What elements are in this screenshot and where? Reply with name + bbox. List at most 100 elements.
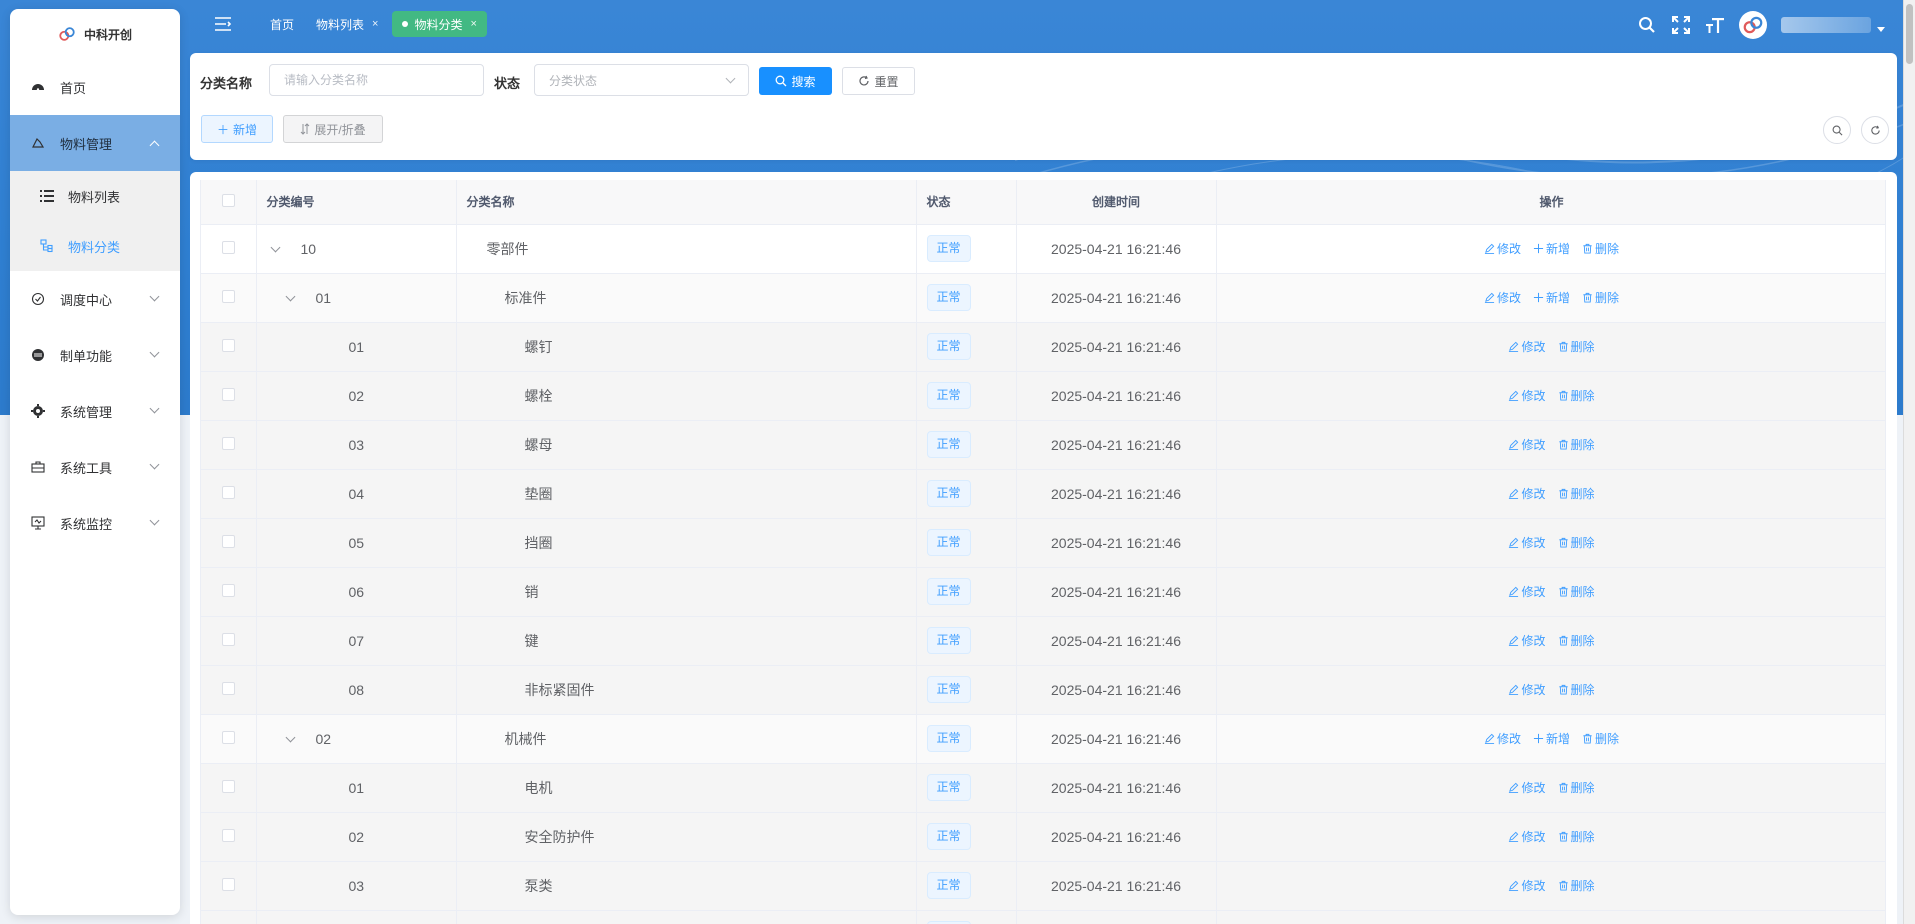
edit-button[interactable]: 修改 — [1484, 240, 1521, 257]
sidebar-item-schedule[interactable]: 调度中心 — [10, 271, 180, 327]
expand-chevron-icon[interactable] — [285, 291, 295, 301]
sidebar-item-material-list[interactable]: 物料列表 — [10, 171, 180, 221]
row-checkbox[interactable] — [221, 779, 235, 793]
edit-button[interactable]: 修改 — [1484, 289, 1521, 306]
delete-button[interactable]: 删除 — [1558, 828, 1595, 845]
table-row[interactable]: 01 螺钉 正常 2025-04-21 16:21:46 修改 删除 — [201, 322, 1885, 372]
category-name-input[interactable] — [284, 73, 483, 87]
sidebar-item-system-management[interactable]: 系统管理 — [10, 383, 180, 439]
toggle-search-button[interactable] — [1823, 116, 1851, 144]
edit-button[interactable]: 修改 — [1508, 485, 1546, 502]
col-header-created[interactable]: 创建时间 — [1016, 180, 1217, 225]
delete-button[interactable]: 删除 — [1582, 730, 1619, 747]
table-row[interactable]: 04 垫圈 正常 2025-04-21 16:21:46 修改 删除 — [201, 469, 1885, 519]
row-checkbox[interactable] — [221, 436, 235, 450]
add-child-button[interactable]: 新增 — [1533, 240, 1570, 257]
edit-button[interactable]: 修改 — [1508, 779, 1546, 796]
sidebar-item-home[interactable]: 首页 — [10, 59, 180, 115]
table-row[interactable]: 07 键 正常 2025-04-21 16:21:46 修改 删除 — [201, 616, 1885, 666]
edit-button[interactable]: 修改 — [1508, 877, 1546, 894]
add-child-button[interactable]: 新增 — [1533, 730, 1570, 747]
add-child-button[interactable]: 新增 — [1533, 289, 1570, 306]
sidebar-item-system-monitor[interactable]: 系统监控 — [10, 495, 180, 551]
table-row[interactable]: 01 电机 正常 2025-04-21 16:21:46 修改 删除 — [201, 763, 1885, 813]
row-checkbox[interactable] — [221, 240, 235, 254]
col-header-status[interactable]: 状态 — [916, 180, 1017, 225]
edit-button[interactable]: 修改 — [1508, 681, 1546, 698]
row-checkbox[interactable] — [221, 289, 235, 303]
table-row[interactable]: 02 安全防护件 正常 2025-04-21 16:21:46 修改 删除 — [201, 812, 1885, 862]
caret-down-icon[interactable] — [1877, 26, 1885, 32]
table-row[interactable]: 03 泵类 正常 2025-04-21 16:21:46 修改 删除 — [201, 861, 1885, 911]
col-header-name[interactable]: 分类名称 — [456, 180, 917, 225]
delete-button[interactable]: 删除 — [1582, 240, 1619, 257]
sidebar-item-material-management[interactable]: 物料管理 — [10, 115, 180, 171]
edit-button[interactable]: 修改 — [1484, 730, 1521, 747]
edit-button[interactable]: 修改 — [1508, 534, 1546, 551]
col-header-code[interactable]: 分类编号 — [256, 180, 457, 225]
delete-button[interactable]: 删除 — [1558, 583, 1595, 600]
tab-material-category[interactable]: 物料分类 × — [392, 11, 487, 37]
table-row[interactable]: 10 零部件 正常 2025-04-21 16:21:46 修改 新增 删除 — [201, 224, 1885, 274]
table-row[interactable]: 05 挡圈 正常 2025-04-21 16:21:46 修改 删除 — [201, 518, 1885, 568]
sidebar-item-material-category[interactable]: 物料分类 — [10, 221, 180, 271]
tab-material-list[interactable]: 物料列表 × — [308, 11, 386, 37]
edit-button[interactable]: 修改 — [1508, 828, 1546, 845]
delete-button[interactable]: 删除 — [1558, 779, 1595, 796]
row-checkbox[interactable] — [221, 534, 235, 548]
sidebar-item-form[interactable]: 制单功能 — [10, 327, 180, 383]
font-size-icon[interactable] — [1705, 15, 1725, 35]
edit-button[interactable]: 修改 — [1508, 583, 1546, 600]
close-icon[interactable]: × — [470, 18, 476, 30]
row-checkbox[interactable] — [221, 730, 235, 744]
refresh-table-button[interactable] — [1861, 116, 1889, 144]
delete-button[interactable]: 删除 — [1558, 681, 1595, 698]
search-icon[interactable] — [1637, 15, 1657, 35]
expand-chevron-icon[interactable] — [270, 242, 280, 252]
category-name-input-wrap[interactable] — [269, 64, 484, 96]
delete-button[interactable]: 删除 — [1558, 877, 1595, 894]
username-redacted[interactable] — [1781, 17, 1871, 33]
expand-chevron-icon[interactable] — [285, 732, 295, 742]
edit-button[interactable]: 修改 — [1508, 632, 1546, 649]
delete-button[interactable]: 删除 — [1558, 534, 1595, 551]
delete-button[interactable]: 删除 — [1582, 289, 1619, 306]
row-checkbox[interactable] — [221, 828, 235, 842]
edit-button[interactable]: 修改 — [1508, 387, 1546, 404]
delete-button[interactable]: 删除 — [1558, 436, 1595, 453]
delete-button[interactable]: 删除 — [1558, 338, 1595, 355]
row-checkbox[interactable] — [221, 632, 235, 646]
logo[interactable]: 中科开创 — [10, 9, 180, 59]
reset-button[interactable]: 重置 — [842, 67, 915, 95]
avatar[interactable] — [1739, 11, 1767, 39]
edit-button[interactable]: 修改 — [1508, 338, 1546, 355]
close-icon[interactable]: × — [372, 18, 378, 30]
page-scrollbar[interactable] — [1903, 0, 1915, 924]
row-checkbox[interactable] — [221, 387, 235, 401]
status-select[interactable]: 分类状态 — [534, 64, 749, 96]
row-checkbox[interactable] — [221, 681, 235, 695]
row-checkbox[interactable] — [221, 583, 235, 597]
sidebar-item-system-tools[interactable]: 系统工具 — [10, 439, 180, 495]
table-row[interactable]: 08 非标紧固件 正常 2025-04-21 16:21:46 修改 删除 — [201, 665, 1885, 715]
add-button[interactable]: ＋ 新增 — [201, 115, 273, 143]
delete-button[interactable]: 删除 — [1558, 632, 1595, 649]
menu-toggle-icon[interactable] — [214, 16, 232, 32]
row-checkbox[interactable] — [221, 338, 235, 352]
table-row[interactable]: 正常 修改删除 — [201, 910, 1885, 924]
search-button[interactable]: 搜索 — [759, 67, 832, 95]
table-row[interactable]: 02 机械件 正常 2025-04-21 16:21:46 修改 新增 删除 — [201, 714, 1885, 764]
edit-button[interactable]: 修改 — [1508, 436, 1546, 453]
select-all-checkbox[interactable] — [221, 193, 235, 207]
table-row[interactable]: 03 螺母 正常 2025-04-21 16:21:46 修改 删除 — [201, 420, 1885, 470]
delete-button[interactable]: 删除 — [1558, 387, 1595, 404]
tab-home[interactable]: 首页 — [262, 11, 302, 37]
expand-collapse-button[interactable]: 展开/折叠 — [283, 115, 383, 143]
delete-button[interactable]: 删除 — [1558, 485, 1595, 502]
row-checkbox[interactable] — [221, 485, 235, 499]
table-row[interactable]: 02 螺栓 正常 2025-04-21 16:21:46 修改 删除 — [201, 371, 1885, 421]
fullscreen-icon[interactable] — [1671, 15, 1691, 35]
scrollbar-thumb[interactable] — [1906, 4, 1913, 64]
table-row[interactable]: 06 销 正常 2025-04-21 16:21:46 修改 删除 — [201, 567, 1885, 617]
row-checkbox[interactable] — [221, 877, 235, 891]
